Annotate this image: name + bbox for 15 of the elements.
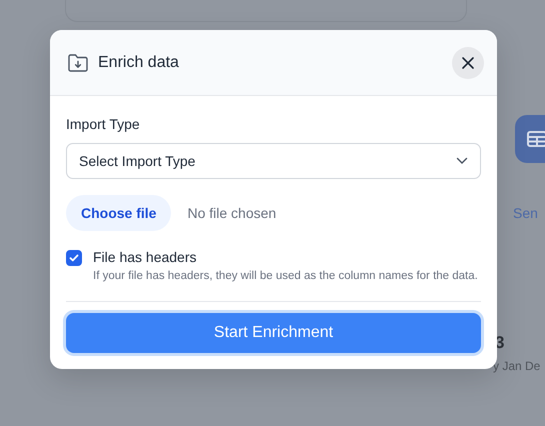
start-enrichment-button[interactable]: Start Enrichment <box>66 313 481 353</box>
file-status: No file chosen <box>187 205 276 221</box>
dialog-title: Enrich data <box>98 54 180 72</box>
close-icon <box>461 56 475 70</box>
help-text: If your file has headers, they will be used as the column names for the data. <box>93 269 478 284</box>
table-icon <box>527 131 545 147</box>
chevron-down-icon <box>456 157 468 165</box>
field-label: Import Type <box>66 116 141 132</box>
checkbox-label: File has headers <box>93 249 198 265</box>
close-button[interactable] <box>452 46 484 78</box>
choose-file-button[interactable]: Choose file <box>66 195 172 231</box>
import-type-select[interactable]: Select Import Type <box>66 143 481 179</box>
checkbox[interactable] <box>66 250 82 266</box>
folder-download-icon <box>67 52 89 72</box>
check-icon <box>69 254 79 262</box>
